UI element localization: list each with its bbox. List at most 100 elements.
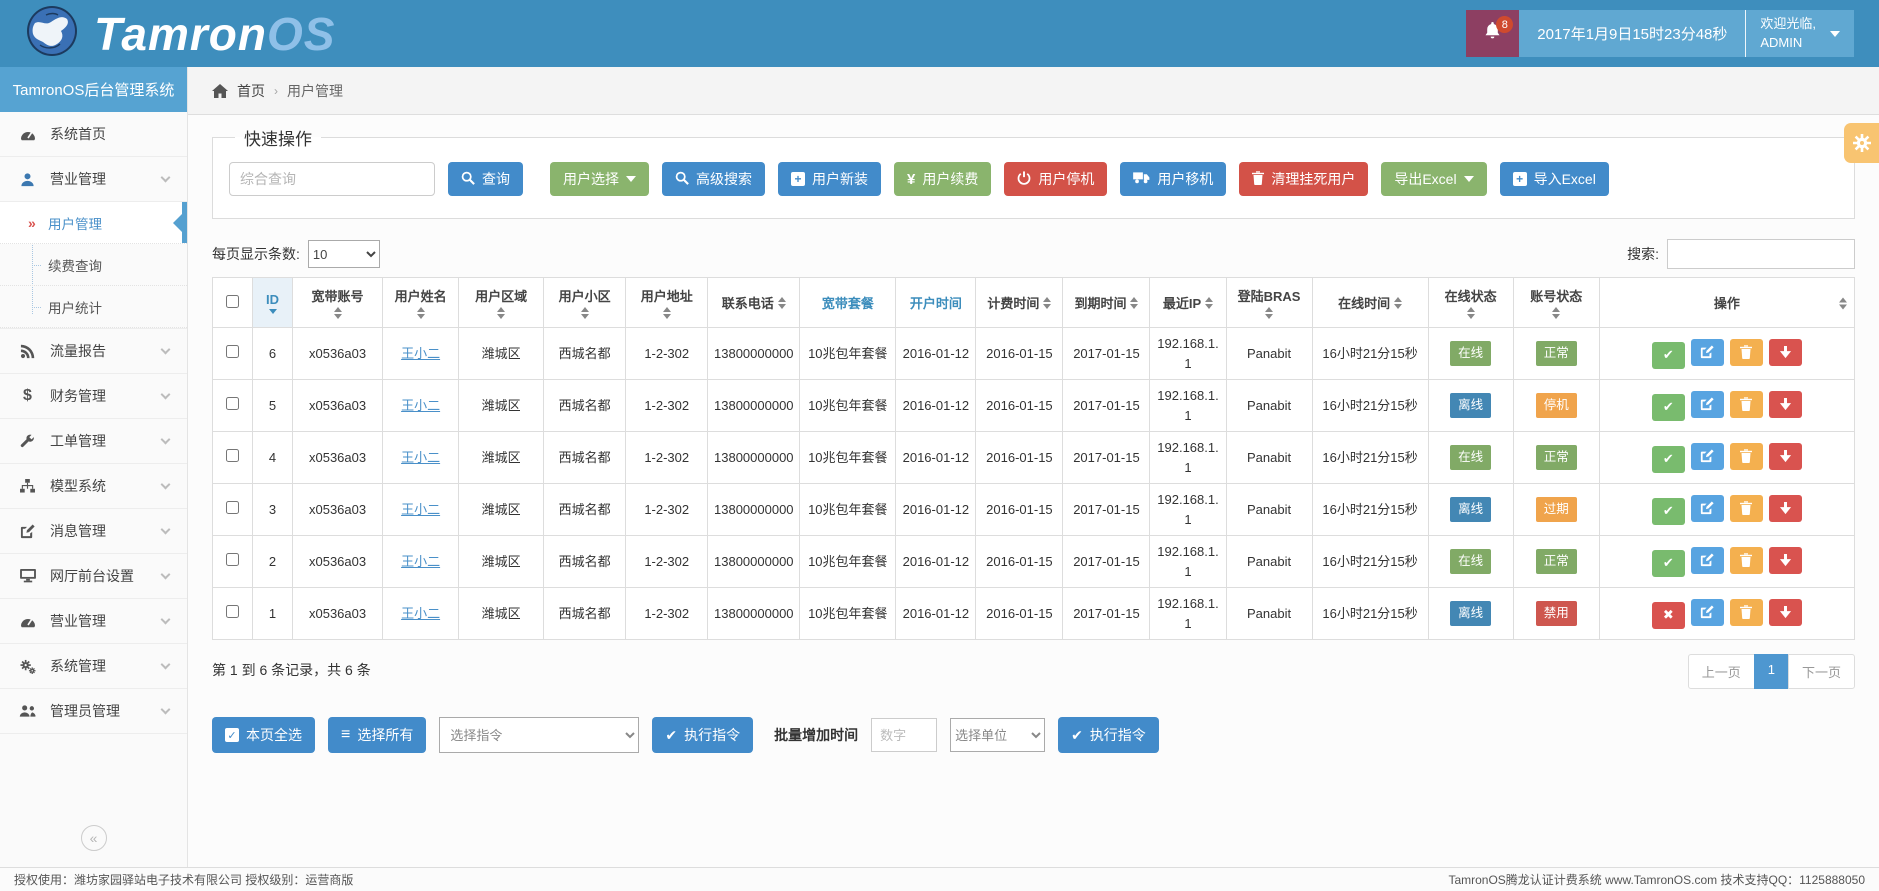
cell-ip: 192.168.1.1	[1150, 328, 1226, 380]
enable-button[interactable]: ✔	[1652, 446, 1685, 473]
edit-button[interactable]	[1691, 443, 1724, 470]
user-move-button[interactable]: 用户移机	[1120, 162, 1226, 196]
column-header-name[interactable]: 用户姓名	[383, 278, 459, 328]
user-new-button[interactable]: +用户新装	[778, 162, 881, 196]
sidebar-item-system-home[interactable]: 系统首页	[0, 112, 187, 157]
column-header-bras[interactable]: 登陆BRAS	[1226, 278, 1312, 328]
column-header-id[interactable]: ID	[253, 278, 293, 328]
user-name-link[interactable]: 王小二	[401, 346, 440, 361]
sidebar-subitem-user-statistics[interactable]: 用户统计	[0, 286, 187, 328]
select-all-checkbox[interactable]	[226, 295, 239, 308]
download-button[interactable]	[1769, 547, 1802, 574]
row-checkbox[interactable]	[226, 605, 239, 618]
enable-button[interactable]: ✔	[1652, 394, 1685, 421]
user-name-link[interactable]: 王小二	[401, 450, 440, 465]
user-name-link[interactable]: 王小二	[401, 606, 440, 621]
user-name-link[interactable]: 王小二	[401, 554, 440, 569]
user-menu[interactable]: 欢迎光临, ADMIN	[1745, 10, 1854, 57]
enable-button[interactable]: ✔	[1652, 342, 1685, 369]
sidebar-item-model-system[interactable]: 模型系统	[0, 464, 187, 509]
sidebar-item-business-management[interactable]: 营业管理	[0, 157, 187, 202]
row-checkbox[interactable]	[226, 397, 239, 410]
edit-button[interactable]	[1691, 339, 1724, 366]
edit-button[interactable]	[1691, 599, 1724, 626]
column-header-online_status[interactable]: 在线状态	[1428, 278, 1513, 328]
command-select[interactable]: 选择指令	[439, 717, 639, 753]
settings-tab-button[interactable]	[1844, 123, 1879, 163]
clean-dead-users-button[interactable]: 清理挂死用户	[1239, 162, 1368, 196]
column-header-bill_date[interactable]: 计费时间	[976, 278, 1063, 328]
table-search-input[interactable]	[1667, 239, 1855, 269]
sidebar-item-business-management-2[interactable]: 营业管理	[0, 599, 187, 644]
combined-query-input[interactable]	[229, 162, 435, 196]
user-name-link[interactable]: 王小二	[401, 502, 440, 517]
batch-number-input[interactable]	[871, 718, 937, 752]
column-header-address[interactable]: 用户地址	[626, 278, 708, 328]
column-header-checkbox[interactable]	[213, 278, 253, 328]
sidebar-item-system-management[interactable]: 系统管理	[0, 644, 187, 689]
column-header-account_status[interactable]: 账号状态	[1513, 278, 1599, 328]
column-header-ip[interactable]: 最近IP	[1150, 278, 1226, 328]
next-page-button[interactable]: 下一页	[1788, 654, 1855, 689]
select-all-button[interactable]: ≡ 选择所有	[328, 717, 426, 753]
column-header-account[interactable]: 宽带账号	[293, 278, 383, 328]
row-checkbox[interactable]	[226, 345, 239, 358]
user-suspend-button[interactable]: 用户停机	[1004, 162, 1107, 196]
row-checkbox[interactable]	[226, 501, 239, 514]
import-excel-button[interactable]: +导入Excel	[1500, 162, 1609, 196]
breadcrumb-home[interactable]: 首页	[237, 81, 265, 101]
download-button[interactable]	[1769, 391, 1802, 418]
delete-button[interactable]	[1730, 339, 1763, 366]
sidebar-item-work-order-management[interactable]: 工单管理	[0, 419, 187, 464]
user-renew-button[interactable]: ¥用户续费	[894, 162, 991, 196]
export-excel-button[interactable]: 导出Excel	[1381, 162, 1486, 196]
column-header-plan[interactable]: 宽带套餐	[800, 278, 896, 328]
sidebar-subitem-renewal-query[interactable]: 续费查询	[0, 244, 187, 286]
download-button[interactable]	[1769, 443, 1802, 470]
sidebar-item-message-management[interactable]: 消息管理	[0, 509, 187, 554]
enable-button[interactable]: ✔	[1652, 498, 1685, 525]
download-button[interactable]	[1769, 339, 1802, 366]
unit-select[interactable]: 选择单位	[950, 718, 1045, 752]
notifications-button[interactable]: 8	[1466, 10, 1519, 57]
sidebar-collapse-button[interactable]: «	[81, 825, 107, 851]
column-header-expire_date[interactable]: 到期时间	[1063, 278, 1150, 328]
edit-button[interactable]	[1691, 547, 1724, 574]
user-select-button[interactable]: 用户选择	[550, 162, 649, 196]
column-header-ops[interactable]: 操作	[1599, 278, 1854, 328]
column-header-online_time[interactable]: 在线时间	[1312, 278, 1428, 328]
cell-region: 潍城区	[459, 588, 544, 640]
row-checkbox[interactable]	[226, 449, 239, 462]
sidebar-item-admin-management[interactable]: 管理员管理	[0, 689, 187, 734]
disable-button[interactable]: ✖	[1652, 602, 1685, 629]
page-1-button[interactable]: 1	[1754, 654, 1789, 689]
column-header-region[interactable]: 用户区域	[459, 278, 544, 328]
execute-command-button[interactable]: ✔ 执行指令	[652, 717, 753, 753]
select-page-button[interactable]: ✓ 本页全选	[212, 717, 315, 753]
delete-button[interactable]	[1730, 391, 1763, 418]
user-name-link[interactable]: 王小二	[401, 398, 440, 413]
edit-button[interactable]	[1691, 495, 1724, 522]
enable-button[interactable]: ✔	[1652, 550, 1685, 577]
row-checkbox[interactable]	[226, 553, 239, 566]
column-header-community[interactable]: 用户小区	[544, 278, 626, 328]
download-button[interactable]	[1769, 495, 1802, 522]
sidebar-item-portal-settings[interactable]: 网厅前台设置	[0, 554, 187, 599]
edit-button[interactable]	[1691, 391, 1724, 418]
home-icon[interactable]	[212, 84, 228, 98]
column-header-phone[interactable]: 联系电话	[708, 278, 800, 328]
delete-button[interactable]	[1730, 495, 1763, 522]
execute-command-button-2[interactable]: ✔ 执行指令	[1058, 717, 1159, 753]
advanced-search-button[interactable]: 高级搜索	[662, 162, 765, 196]
download-button[interactable]	[1769, 599, 1802, 626]
sidebar-item-finance-management[interactable]: $财务管理	[0, 374, 187, 419]
delete-button[interactable]	[1730, 443, 1763, 470]
column-header-open_date[interactable]: 开户时间	[896, 278, 976, 328]
delete-button[interactable]	[1730, 599, 1763, 626]
delete-button[interactable]	[1730, 547, 1763, 574]
prev-page-button[interactable]: 上一页	[1688, 654, 1755, 689]
sidebar-subitem-user-management[interactable]: »用户管理	[0, 202, 187, 244]
sidebar-item-traffic-report[interactable]: 流量报告	[0, 329, 187, 374]
query-button[interactable]: 查询	[448, 162, 523, 196]
page-size-select[interactable]: 10	[308, 240, 380, 268]
